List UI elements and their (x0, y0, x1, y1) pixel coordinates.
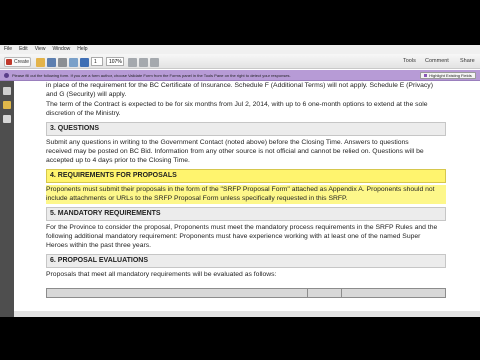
menu-help[interactable]: Help (77, 45, 87, 54)
intro-line: discretion of the Ministry. (46, 110, 121, 118)
tools-tab[interactable]: Tools (403, 58, 416, 64)
evaluation-table-header (46, 288, 446, 298)
section-3-line: accepted up to 4 days prior to the Closi… (46, 157, 190, 165)
fit-page-button[interactable] (150, 57, 159, 67)
arrow-up-icon (80, 57, 89, 67)
video-frame: File Edit View Window Help Create 1 107%… (0, 0, 480, 360)
attachments-icon[interactable] (3, 101, 11, 109)
section-3-line: received may be posted on BC Bid. Inform… (46, 148, 424, 156)
zoom-in-icon (139, 57, 148, 67)
share-tab[interactable]: Share (460, 58, 475, 64)
section-5-heading: 5. MANDATORY REQUIREMENTS (46, 206, 446, 221)
print-icon (58, 57, 67, 67)
minimum-column (341, 289, 381, 297)
menu-window[interactable]: Window (52, 45, 70, 54)
pdf-reader-window: File Edit View Window Help Create 1 107%… (0, 45, 480, 317)
print-button[interactable] (58, 57, 67, 67)
section-4-line: Proponents must submit their proposals i… (46, 185, 435, 193)
navigation-pane (0, 81, 14, 317)
menu-bar: File Edit View Window Help (0, 45, 480, 54)
page-number-input[interactable]: 1 (91, 57, 103, 66)
signatures-icon[interactable] (3, 115, 11, 123)
create-label: Create (13, 59, 29, 65)
section-5-line: following additional mandatory requireme… (46, 233, 421, 241)
zoom-out-icon (128, 57, 137, 67)
weight-column (307, 289, 341, 297)
save-icon (47, 57, 56, 67)
intro-line: in place of the requirement for the BC C… (46, 82, 433, 89)
section-5-line: For the Province to consider the proposa… (46, 223, 438, 231)
form-notice-bar: Please fill out the following form. If y… (0, 70, 480, 81)
open-button[interactable] (36, 57, 45, 67)
section-3-heading: 3. QUESTIONS (46, 121, 446, 136)
zoom-in-button[interactable] (139, 57, 148, 67)
email-button[interactable] (69, 57, 78, 67)
section-4-line: include attachments or URLs to the SRFP … (46, 195, 348, 203)
prev-page-button[interactable] (80, 57, 89, 67)
notice-text: Please fill out the following form. If y… (12, 73, 291, 78)
highlight-icon (424, 74, 428, 77)
fit-page-icon (150, 57, 159, 67)
menu-edit[interactable]: Edit (19, 45, 28, 54)
section-6-line: Proposals that meet all mandatory requir… (46, 270, 277, 278)
save-button[interactable] (47, 57, 56, 67)
email-icon (69, 57, 78, 67)
menu-file[interactable]: File (4, 45, 12, 54)
create-icon (5, 59, 12, 65)
intro-line: and G (Security) will apply. (46, 91, 127, 99)
intro-line: The term of the Contract is expected to … (46, 100, 428, 108)
toolbar: Create 1 107% Tools Comment Share (0, 54, 480, 69)
section-4-heading[interactable]: 4. REQUIREMENTS FOR PROPOSALS (46, 168, 446, 183)
highlight-fields-button[interactable]: Highlight Existing Fields (420, 72, 476, 79)
menu-view[interactable]: View (35, 45, 46, 54)
page-thumbnails-icon[interactable] (3, 87, 11, 95)
horizontal-scrollbar[interactable] (14, 311, 480, 317)
section-3-line: Submit any questions in writing to the G… (46, 138, 409, 146)
zoom-out-button[interactable] (128, 57, 137, 67)
section-5-line: Heroes within the past three years. (46, 242, 152, 250)
section-4-highlighted-field[interactable]: Proponents must submit their proposals i… (46, 184, 446, 204)
section-6-heading: 6. PROPOSAL EVALUATIONS (46, 253, 446, 268)
zoom-select[interactable]: 107% (106, 57, 124, 66)
info-icon (4, 73, 9, 78)
highlight-label: Highlight Existing Fields (429, 73, 472, 78)
folder-icon (36, 57, 45, 67)
document-page: in place of the requirement for the BC C… (14, 81, 480, 317)
comment-tab[interactable]: Comment (425, 58, 449, 64)
create-button[interactable]: Create (4, 57, 31, 67)
